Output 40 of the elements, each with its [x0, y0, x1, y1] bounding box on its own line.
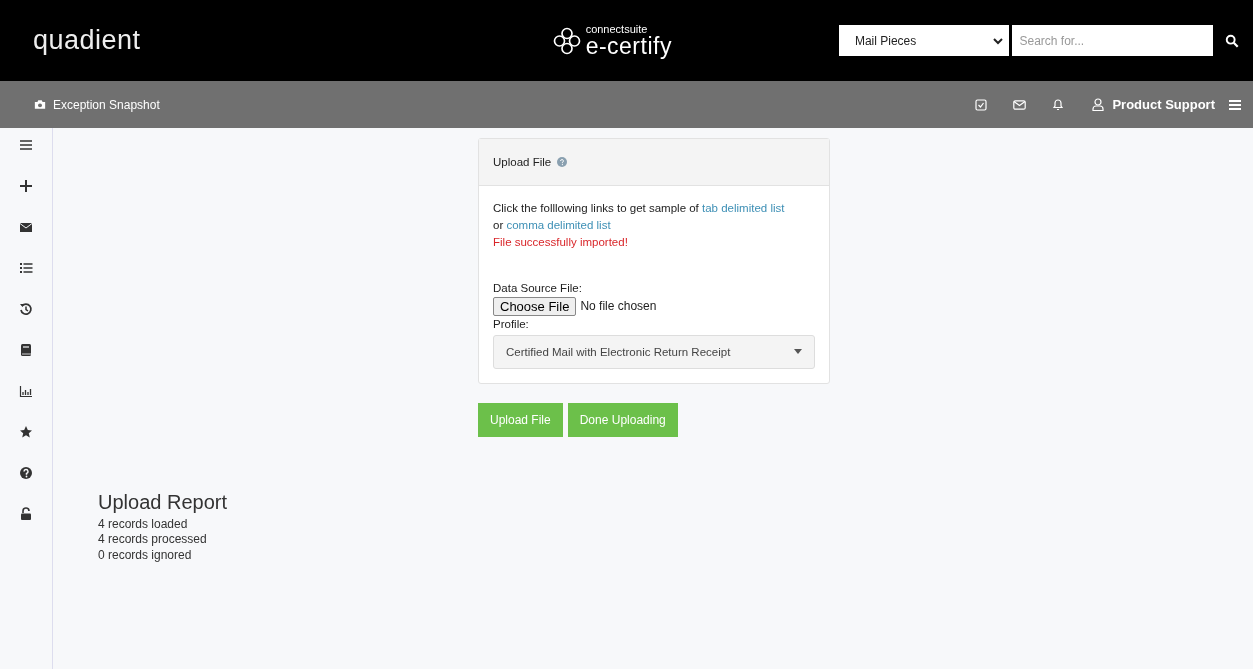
search-field[interactable]: Search for...: [1011, 25, 1213, 56]
brand-name: e-certify: [585, 34, 672, 58]
user-icon: [1092, 98, 1105, 111]
field-label: Profile:: [493, 318, 529, 330]
report-line: 0 records ignored: [98, 547, 193, 563]
file-status: No file chosen: [580, 298, 657, 315]
history-icon[interactable]: [19, 302, 33, 316]
chevron-down-icon: [992, 35, 1003, 46]
unlocked-padlock-icon[interactable]: [19, 507, 33, 521]
report-line: 4 records loaded: [98, 516, 189, 532]
brand-subtitle: connectsuite: [585, 23, 649, 35]
star-icon[interactable]: [19, 425, 33, 439]
menu-icon[interactable]: [1229, 99, 1241, 110]
envelope-icon[interactable]: [19, 220, 33, 234]
user-name[interactable]: Product Support: [1112, 97, 1215, 112]
link[interactable]: comma delimited list: [506, 219, 611, 231]
report-line: 4 records processed: [98, 532, 208, 548]
search-scope-select[interactable]: Mail Pieces: [838, 25, 1009, 56]
plus-icon[interactable]: [19, 179, 33, 193]
report-title: Upload Report: [98, 495, 228, 511]
camera-icon: [34, 99, 46, 110]
menu-icon[interactable]: [19, 138, 33, 152]
search-icon[interactable]: [1225, 33, 1239, 48]
success-message: File successfully imported!: [493, 235, 629, 250]
profile-select[interactable]: Certified Mail with Electronic Return Receipt: [493, 335, 815, 369]
link[interactable]: tab delimited list: [702, 202, 785, 214]
page-title: Exception Snapshot: [53, 97, 161, 112]
book-icon[interactable]: [19, 343, 33, 357]
choose-file-button[interactable]: Choose File: [493, 297, 577, 316]
bell-icon[interactable]: [1052, 98, 1065, 111]
help-icon[interactable]: [19, 466, 33, 480]
list-icon[interactable]: [19, 261, 33, 275]
field-label: Data Source File:: [493, 281, 583, 296]
flower-logo-icon: [551, 25, 582, 56]
instructions-text: Click the folllowing links to get sample of tab delimited list or comma delimited list: [493, 201, 786, 233]
caret-down-icon: [794, 349, 802, 355]
bar-chart-icon[interactable]: [19, 384, 33, 398]
panel-title: Upload File: [493, 156, 552, 168]
checkbox-icon[interactable]: [975, 98, 988, 111]
logo[interactable]: quadient: [33, 25, 552, 56]
